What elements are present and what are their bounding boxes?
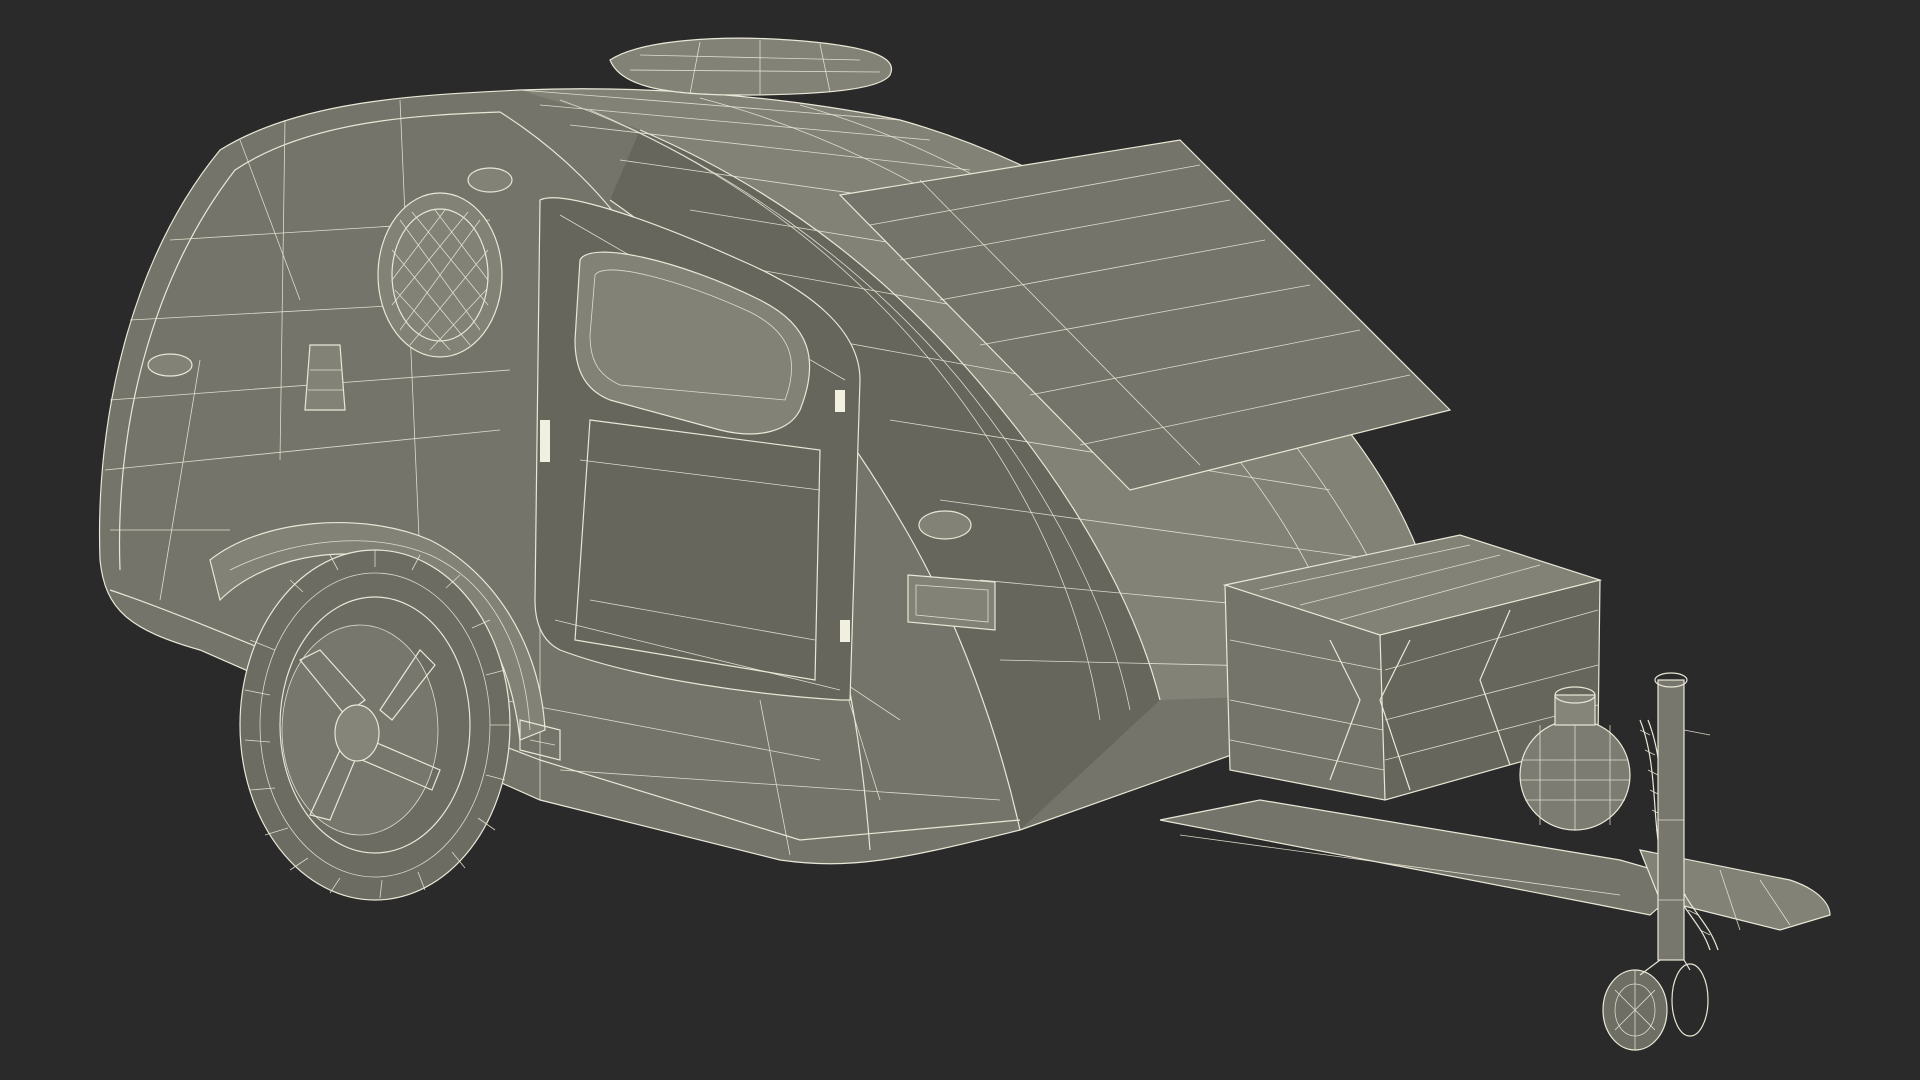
porthole-window <box>377 192 503 358</box>
trailer-wheel <box>239 549 511 901</box>
wireframe-render-canvas <box>98 37 1831 1051</box>
roof-vent <box>609 37 893 96</box>
trailer-tongue <box>1159 799 1831 931</box>
side-vent <box>907 574 996 631</box>
